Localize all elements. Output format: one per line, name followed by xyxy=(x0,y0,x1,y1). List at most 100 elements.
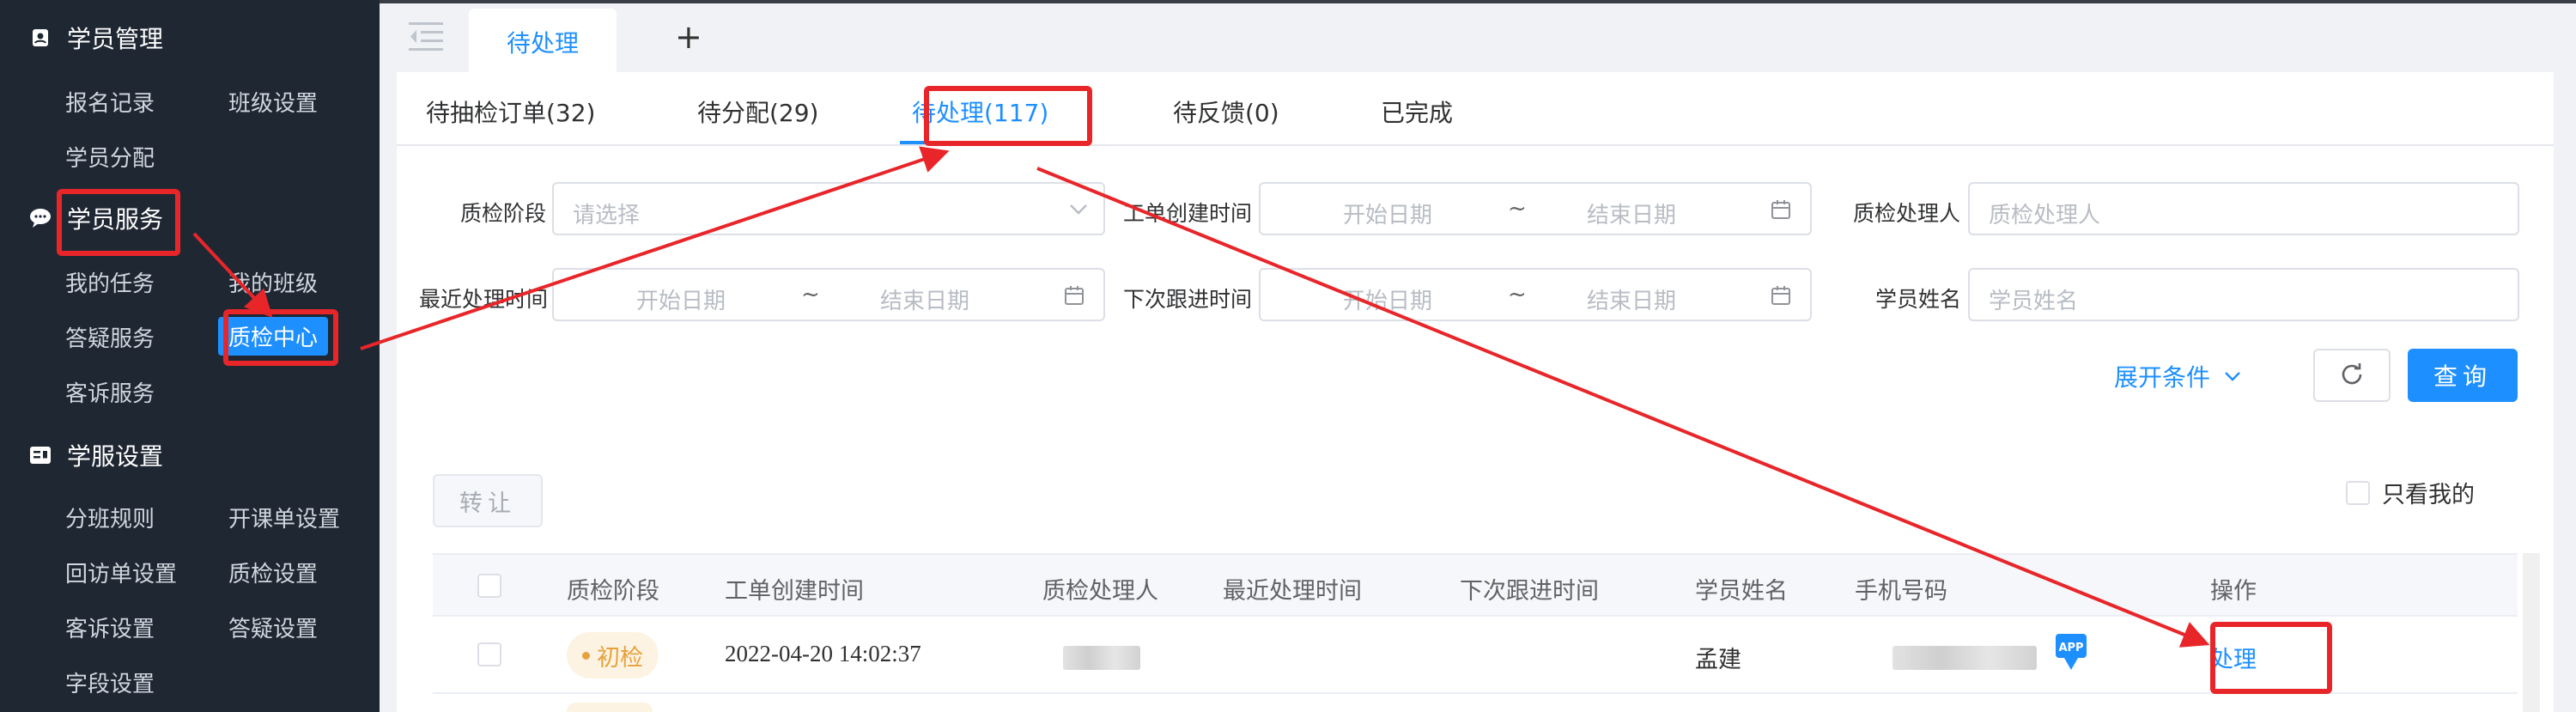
student-name-input[interactable]: 学员姓名 xyxy=(1968,268,2519,321)
sidebar-item-qa-service[interactable]: 答疑服务 xyxy=(65,321,155,353)
student-name-cell: 孟建 xyxy=(1695,647,1741,673)
qc-stage-placeholder: 请选择 xyxy=(573,203,641,228)
expand-conditions-link[interactable]: 展开条件 xyxy=(2114,359,2243,393)
sidebar-item-my-classes[interactable]: 我的班级 xyxy=(228,266,318,298)
contacts-icon xyxy=(29,27,52,49)
subtab-to-feedback[interactable]: 待反馈(0) xyxy=(1173,94,1279,129)
table-scrollbar[interactable] xyxy=(2523,553,2540,712)
sidebar-item-my-tasks[interactable]: 我的任务 xyxy=(65,266,155,298)
chat-bubble-icon xyxy=(29,207,52,229)
select-all-checkbox[interactable] xyxy=(477,574,501,598)
order-created-range[interactable]: 开始日期 ~ 结束日期 xyxy=(1259,182,1812,235)
sidebar-item-field-settings[interactable]: 字段设置 xyxy=(65,666,155,698)
order-created-label: 工单创建时间 xyxy=(1123,201,1253,226)
main-area: 待处理 + 待抽检订单(32) 待分配(29) 待处理(117) 待反馈(0) … xyxy=(380,0,2576,712)
table-row: 初检 2022-04-20 14:02:37 孟建 APP 处理 xyxy=(433,617,2518,694)
redacted-phone xyxy=(1893,646,2037,670)
sidebar-item-qa-settings[interactable]: 答疑设置 xyxy=(228,612,318,643)
qc-handler-placeholder: 质检处理人 xyxy=(1989,203,2101,228)
subtab-to-process[interactable]: 待处理(117) xyxy=(912,94,1048,129)
column-header: 手机号码 xyxy=(1855,578,1947,605)
column-header: 工单创建时间 xyxy=(725,578,864,605)
status-dot xyxy=(582,651,590,660)
next-followup-label: 下次跟进时间 xyxy=(1123,287,1253,312)
only-mine-label: 只看我的 xyxy=(2382,482,2475,508)
sidebar-item-class-settings[interactable]: 班级设置 xyxy=(228,86,318,118)
refresh-icon xyxy=(2340,362,2364,389)
sidebar-section-student-service[interactable]: 学员服务 xyxy=(29,201,163,235)
tab-pending[interactable]: 待处理 xyxy=(469,9,617,76)
sidebar-item-class-rules[interactable]: 分班规则 xyxy=(65,502,155,533)
sidebar-section-label: 学员管理 xyxy=(67,25,164,53)
range-separator: ~ xyxy=(1508,282,1527,307)
column-header: 学员姓名 xyxy=(1695,578,1788,605)
sidebar-section-label: 学服设置 xyxy=(67,442,164,471)
table-header: 质检阶段 工单创建时间 质检处理人 最近处理时间 下次跟进时间 学员姓名 手机号… xyxy=(433,553,2518,617)
only-mine-checkbox[interactable]: 只看我的 xyxy=(2346,476,2475,509)
process-link[interactable]: 处理 xyxy=(2210,641,2257,674)
end-date-placeholder: 结束日期 xyxy=(1587,203,1677,228)
sidebar-section-service-settings[interactable]: 学服设置 xyxy=(29,438,163,472)
calendar-icon xyxy=(1064,285,1084,309)
qc-handler-input[interactable]: 质检处理人 xyxy=(1968,182,2519,235)
redacted-handler xyxy=(1063,646,1140,670)
last-processed-label: 最近处理时间 xyxy=(419,287,549,312)
column-header: 下次跟进时间 xyxy=(1460,578,1599,605)
next-followup-range[interactable]: 开始日期 ~ 结束日期 xyxy=(1259,268,1812,321)
checkbox-box[interactable] xyxy=(2346,480,2370,505)
sidebar-item-open-order-settings[interactable]: 开课单设置 xyxy=(228,502,340,533)
chevron-down-icon xyxy=(2222,366,2243,386)
created-time-cell: 2022-04-20 14:02:37 xyxy=(725,641,921,666)
row-checkbox[interactable] xyxy=(477,642,501,666)
start-date-placeholder: 开始日期 xyxy=(636,289,726,314)
subtab-to-assign[interactable]: 待分配(29) xyxy=(697,94,818,129)
sidebar-section-label: 学员服务 xyxy=(67,205,164,234)
calendar-icon xyxy=(1771,285,1791,309)
active-tab-indicator xyxy=(900,141,1053,144)
calendar-icon xyxy=(1771,199,1791,223)
range-separator: ~ xyxy=(1508,196,1527,222)
sidebar-section-student-management[interactable]: 学员管理 xyxy=(29,21,163,55)
status-tabs: 待抽检订单(32) 待分配(29) 待处理(117) 待反馈(0) 已完成 xyxy=(397,72,2554,146)
qc-stage-label: 质检阶段 xyxy=(460,201,547,226)
table-row xyxy=(433,694,2518,712)
sidebar-item-student-assign[interactable]: 学员分配 xyxy=(65,141,155,173)
student-name-label: 学员姓名 xyxy=(1875,287,1962,312)
qc-handler-label: 质检处理人 xyxy=(1853,201,1961,226)
sidebar-item-complaint-service[interactable]: 客诉服务 xyxy=(65,376,155,408)
expand-conditions-label: 展开条件 xyxy=(2114,363,2211,392)
subtab-completed[interactable]: 已完成 xyxy=(1381,94,1453,129)
content-panel: 待抽检订单(32) 待分配(29) 待处理(117) 待反馈(0) 已完成 质检… xyxy=(397,72,2554,712)
sidebar: 学员管理 报名记录 班级设置 学员分配 学员服务 我的任务 我的班级 答疑服务 … xyxy=(0,0,380,712)
tab-bar: 待处理 + xyxy=(380,0,2576,76)
student-name-placeholder: 学员姓名 xyxy=(1989,289,2079,314)
app-icon[interactable]: APP xyxy=(2054,632,2088,673)
column-header: 质检阶段 xyxy=(567,578,659,605)
svg-text:APP: APP xyxy=(2058,642,2083,654)
sidebar-item-signup-records[interactable]: 报名记录 xyxy=(65,86,155,118)
add-tab-button[interactable]: + xyxy=(675,21,702,53)
menu-collapse-icon[interactable] xyxy=(409,21,443,55)
column-header: 最近处理时间 xyxy=(1223,578,1362,605)
sidebar-item-callback-settings[interactable]: 回访单设置 xyxy=(65,557,177,588)
transfer-button[interactable]: 转让 xyxy=(433,474,543,527)
qc-stage-select[interactable]: 请选择 xyxy=(552,182,1105,235)
sidebar-item-qc-settings[interactable]: 质检设置 xyxy=(228,557,318,588)
settings-card-icon xyxy=(29,444,52,466)
last-processed-range[interactable]: 开始日期 ~ 结束日期 xyxy=(552,268,1105,321)
start-date-placeholder: 开始日期 xyxy=(1343,203,1433,228)
orders-table: 质检阶段 工单创建时间 质检处理人 最近处理时间 下次跟进时间 学员姓名 手机号… xyxy=(433,553,2518,712)
range-separator: ~ xyxy=(801,282,820,307)
refresh-button[interactable] xyxy=(2313,349,2391,402)
chevron-down-icon xyxy=(1067,198,1090,223)
subtab-to-sample[interactable]: 待抽检订单(32) xyxy=(426,94,595,129)
stage-tag xyxy=(567,703,653,712)
query-button[interactable]: 查询 xyxy=(2408,349,2518,402)
stage-tag: 初检 xyxy=(567,632,659,679)
sidebar-item-qc-center[interactable]: 质检中心 xyxy=(218,317,329,356)
sidebar-item-complaint-settings[interactable]: 客诉设置 xyxy=(65,612,155,643)
end-date-placeholder: 结束日期 xyxy=(1587,289,1677,314)
column-header: 质检处理人 xyxy=(1042,578,1158,605)
column-header: 操作 xyxy=(2210,578,2257,605)
start-date-placeholder: 开始日期 xyxy=(1343,289,1433,314)
